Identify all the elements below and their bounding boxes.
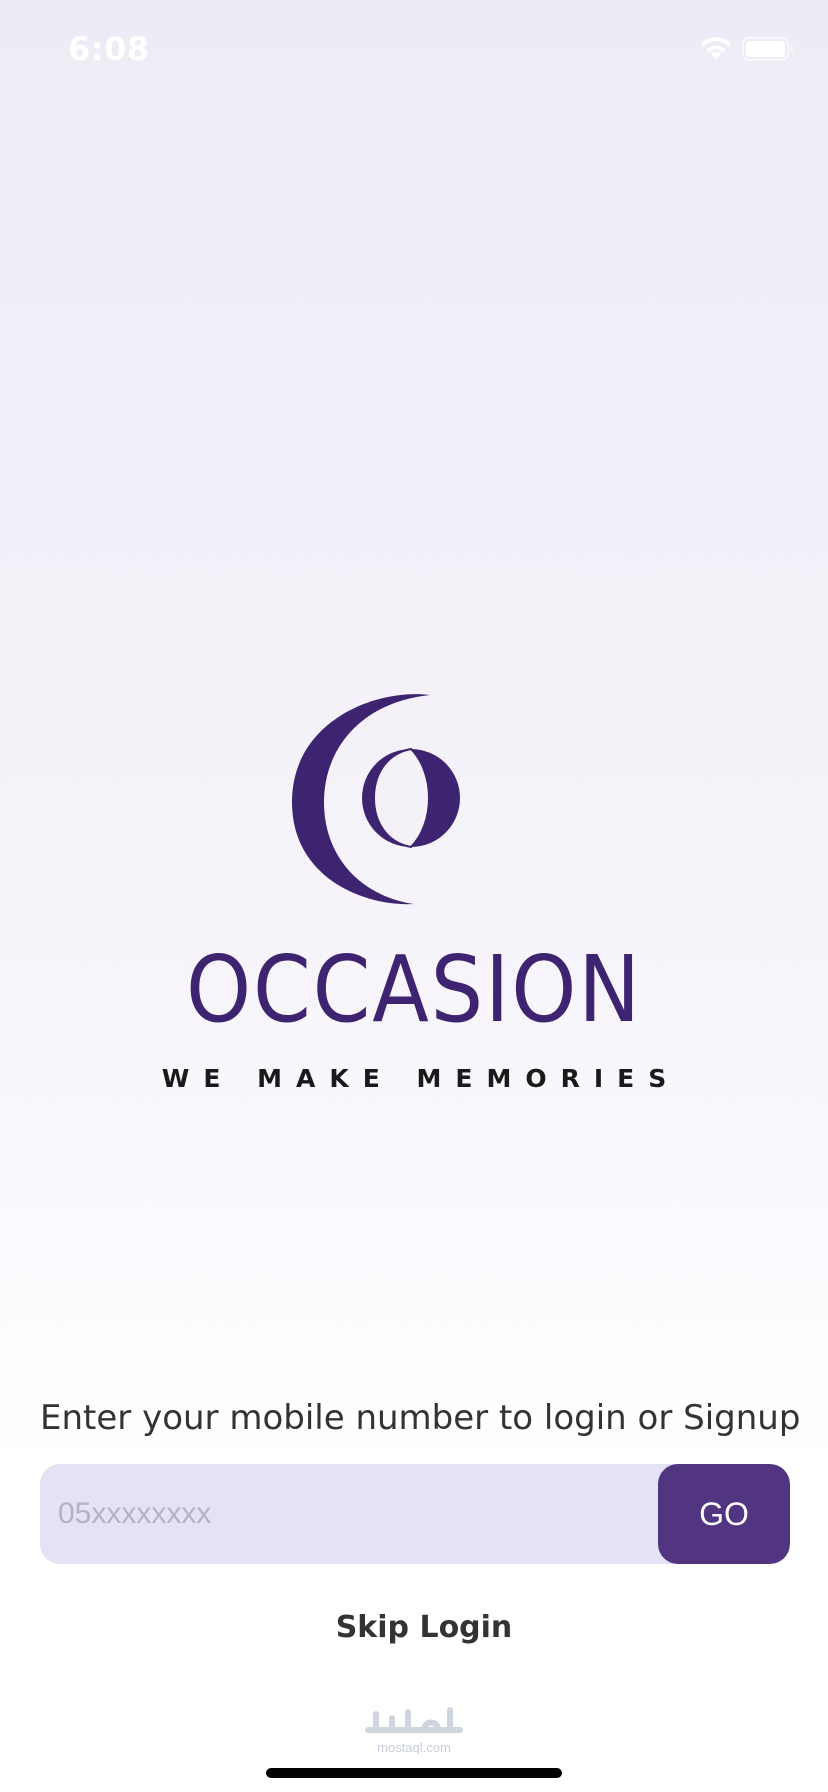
phone-field: GO [40, 1464, 790, 1564]
mostaql-logo-icon [365, 1707, 463, 1733]
mostaql-watermark: mostaql.com [362, 1700, 466, 1758]
watermark-latin: mostaql.com [377, 1740, 451, 1755]
status-bar: 6:08 [0, 0, 828, 100]
login-prompt: Enter your mobile number to login or Sig… [40, 1398, 801, 1438]
brand-name: OCCASION [186, 936, 642, 1043]
home-indicator[interactable] [266, 1768, 562, 1778]
occasion-logo-mark [292, 694, 460, 905]
status-time: 6:08 [68, 30, 150, 68]
battery-icon [742, 37, 793, 61]
wifi-icon [701, 37, 731, 60]
brand-tagline: WE MAKE MEMORIES [161, 1064, 681, 1093]
go-button[interactable]: GO [658, 1464, 790, 1564]
phone-number-input[interactable] [40, 1464, 650, 1564]
skip-login-link[interactable]: Skip Login [0, 1610, 828, 1645]
